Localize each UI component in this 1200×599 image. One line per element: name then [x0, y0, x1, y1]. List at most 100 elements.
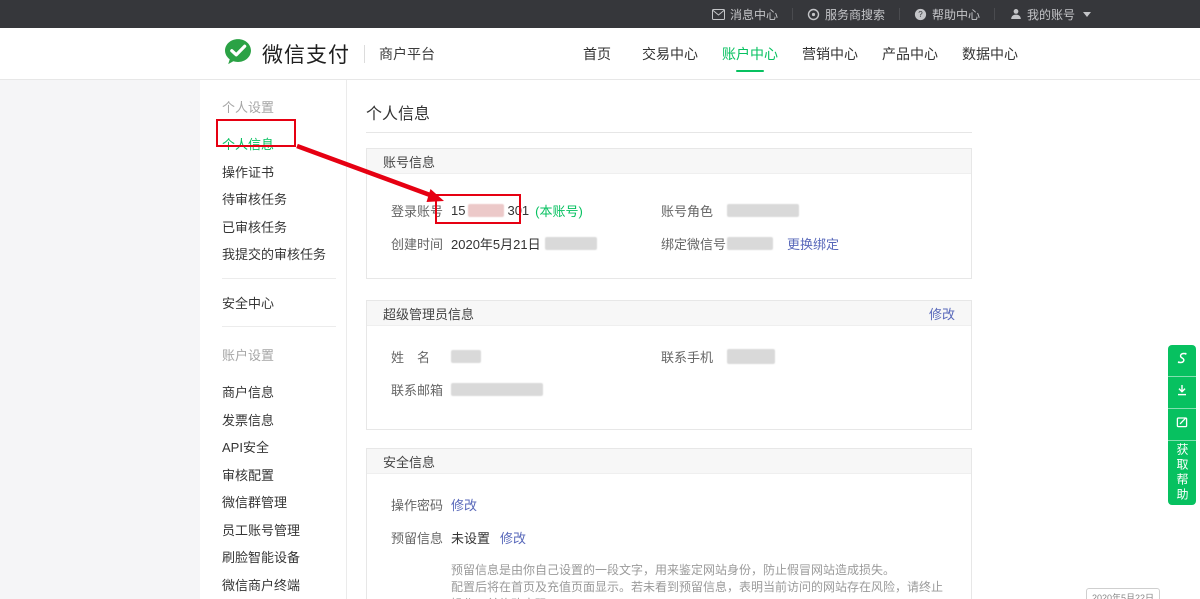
- sidebar-item-face-smart-device[interactable]: 刷脸智能设备: [200, 543, 346, 571]
- reserved-info-description: 预留信息是由你自己设置的一段文字，用来鉴定网站身份，防止假冒网站造成损失。 配置…: [451, 562, 951, 599]
- admin-name-label: 姓 名: [391, 340, 430, 373]
- sidebar-item-invoice-info[interactable]: 发票信息: [200, 406, 346, 434]
- sidebar-item-merchant-info[interactable]: 商户信息: [200, 378, 346, 406]
- brand-separator: [364, 45, 365, 63]
- floating-help-panel: 获取帮助: [1168, 345, 1196, 505]
- admin-phone-value: [727, 340, 775, 373]
- help-center-label: 帮助中心: [932, 6, 980, 23]
- sidebar-divider: [222, 278, 336, 279]
- create-time-label: 创建时间: [391, 227, 443, 260]
- super-admin-section: 超级管理员信息 修改 姓 名 联系手机 联系邮箱: [366, 300, 972, 430]
- sidebar-item-staff-account-management[interactable]: 员工账号管理: [200, 516, 346, 544]
- admin-email-value: [451, 373, 543, 406]
- admin-email-redacted: [451, 383, 543, 396]
- nav-home[interactable]: 首页: [583, 28, 611, 80]
- help-center-link[interactable]: ? 帮助中心: [900, 0, 994, 28]
- account-info-section: 账号信息 登录账号 15 301 (本账号) 账号角色: [366, 148, 972, 279]
- change-binding-link[interactable]: 更换绑定: [787, 234, 839, 253]
- svg-text:?: ?: [918, 10, 923, 19]
- service-provider-search-label: 服务商搜索: [825, 6, 885, 23]
- topbar: 消息中心 服务商搜索 ? 帮助中心 我的账号: [0, 0, 1200, 28]
- feedback-button[interactable]: [1168, 409, 1196, 441]
- title-divider: [366, 132, 972, 133]
- active-nav-underline: [736, 70, 764, 72]
- nav-transaction-center[interactable]: 交易中心: [642, 28, 698, 80]
- sidebar-item-wechat-group-management[interactable]: 微信群管理: [200, 488, 346, 516]
- get-help-button[interactable]: 获取帮助: [1168, 441, 1196, 505]
- hotline-button[interactable]: [1168, 345, 1196, 377]
- bound-wechat-redacted: [727, 237, 773, 250]
- sidebar-item-security-center[interactable]: 安全中心: [200, 289, 346, 317]
- super-admin-modify-link[interactable]: 修改: [929, 304, 955, 323]
- create-time-value: 2020年5月21日: [451, 227, 597, 260]
- admin-phone-label: 联系手机: [661, 340, 713, 373]
- security-info-section-title: 安全信息: [383, 452, 435, 471]
- login-account-value: 15 301 (本账号): [451, 194, 583, 227]
- this-account-note: (本账号): [535, 201, 583, 220]
- edit-icon: [1175, 415, 1189, 434]
- brand-name: 微信支付: [262, 39, 350, 69]
- my-account-menu[interactable]: 我的账号: [995, 0, 1105, 28]
- nav-data-center[interactable]: 数据中心: [962, 28, 1018, 80]
- reserved-info-desc-line1: 预留信息是由你自己设置的一段文字，用来鉴定网站身份，防止假冒网站造成损失。: [451, 562, 951, 579]
- login-account-redacted: [468, 204, 504, 217]
- create-time-redacted: [545, 237, 597, 250]
- admin-email-label: 联系邮箱: [391, 373, 443, 406]
- hotline-icon: [1175, 351, 1189, 370]
- question-icon: ?: [914, 8, 927, 21]
- nav-marketing-center[interactable]: 营销中心: [802, 28, 858, 80]
- service-provider-search-link[interactable]: 服务商搜索: [793, 0, 899, 28]
- sidebar-group-account-settings: 账户设置: [200, 337, 346, 370]
- get-help-label: 获取帮助: [1168, 443, 1196, 503]
- security-info-section: 安全信息 操作密码 修改 预留信息 未设置 修改 预留信息是由你自己: [366, 448, 972, 599]
- account-role-value: [727, 194, 799, 227]
- sidebar-item-pending-review-tasks[interactable]: 待审核任务: [200, 185, 346, 213]
- brand[interactable]: 微信支付 商户平台: [222, 28, 435, 80]
- page-title: 个人信息: [366, 100, 430, 124]
- date-tooltip: 2020年5月22日: [1086, 588, 1160, 599]
- admin-name-redacted: [451, 350, 481, 363]
- sidebar-divider: [222, 326, 336, 327]
- topbar-items: 消息中心 服务商搜索 ? 帮助中心 我的账号: [698, 0, 1105, 28]
- bound-wechat-label: 绑定微信号: [661, 227, 726, 260]
- download-icon: [1175, 383, 1189, 402]
- search-target-icon: [807, 8, 820, 21]
- reserved-info-desc-line2: 配置后将在首页及充值页面显示。若未看到预留信息，表明当前访问的网站存在风险，请终…: [451, 579, 951, 599]
- reserved-info-value: 未设置 修改: [451, 521, 526, 554]
- nav-account-center[interactable]: 账户中心: [722, 28, 778, 80]
- admin-phone-redacted: [727, 349, 775, 364]
- sidebar-item-personal-info[interactable]: 个人信息: [200, 130, 346, 158]
- account-role-redacted: [727, 204, 799, 217]
- header: 微信支付 商户平台 首页 交易中心 账户中心 营销中心 产品中心 数据中心: [0, 28, 1200, 80]
- left-gutter: [0, 80, 200, 599]
- login-account-label: 登录账号: [391, 194, 443, 227]
- sidebar-item-my-submitted-review-tasks[interactable]: 我提交的审核任务: [200, 240, 346, 268]
- main-nav: 首页 交易中心 账户中心 营销中心 产品中心 数据中心: [583, 28, 1042, 80]
- my-account-label: 我的账号: [1027, 6, 1075, 23]
- reserved-info-label: 预留信息: [391, 521, 443, 554]
- caret-down-icon: [1083, 12, 1091, 17]
- op-password-modify-link[interactable]: 修改: [451, 495, 477, 514]
- main-content: 个人信息 账号信息 登录账号 15 301 (本账号) 账号角色: [347, 80, 1200, 599]
- sidebar-item-wechat-merchant-terminal[interactable]: 微信商户终端: [200, 571, 346, 599]
- sidebar-group-personal-settings: 个人设置: [200, 80, 346, 122]
- person-icon: [1009, 8, 1022, 21]
- bound-wechat-value: 更换绑定: [727, 227, 839, 260]
- reserved-info-status: 未设置: [451, 528, 490, 547]
- reserved-info-modify-link[interactable]: 修改: [500, 528, 526, 547]
- sidebar-item-operation-certificate[interactable]: 操作证书: [200, 158, 346, 186]
- nav-product-center[interactable]: 产品中心: [882, 28, 938, 80]
- portal-name: 商户平台: [379, 44, 435, 64]
- sidebar-item-api-security[interactable]: API安全: [200, 433, 346, 461]
- mail-icon: [712, 8, 725, 21]
- op-password-label: 操作密码: [391, 488, 443, 521]
- account-info-section-title: 账号信息: [383, 152, 435, 171]
- sidebar-item-reviewed-tasks[interactable]: 已审核任务: [200, 213, 346, 241]
- message-center-link[interactable]: 消息中心: [698, 0, 792, 28]
- super-admin-section-title: 超级管理员信息: [383, 304, 474, 323]
- sidebar-item-review-config[interactable]: 审核配置: [200, 461, 346, 489]
- download-button[interactable]: [1168, 377, 1196, 409]
- account-role-label: 账号角色: [661, 194, 713, 227]
- wechat-pay-logo-icon: [222, 36, 254, 73]
- page: 消息中心 服务商搜索 ? 帮助中心 我的账号: [0, 0, 1200, 599]
